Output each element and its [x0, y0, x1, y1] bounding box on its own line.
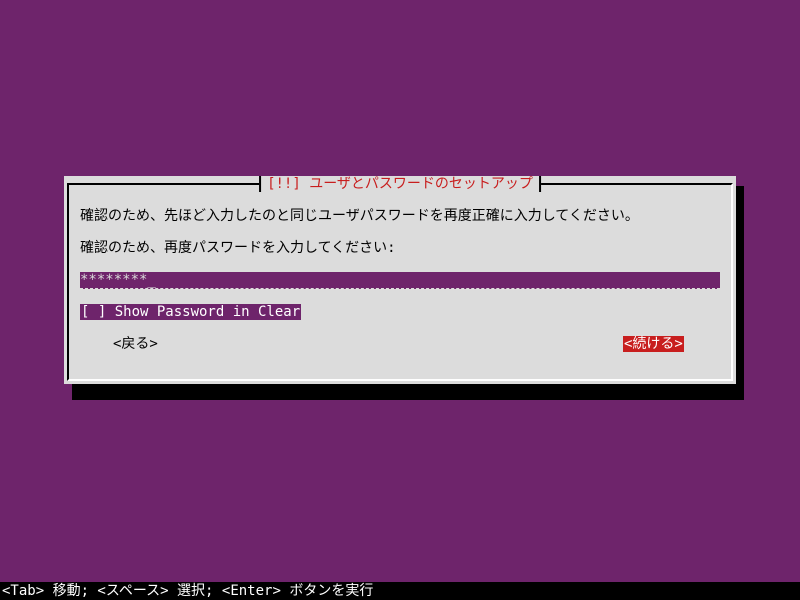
keyboard-help-text: <Tab> 移動; <スペース> 選択; <Enter> ボタンを実行 [2, 583, 374, 599]
continue-button[interactable]: <続ける> [623, 336, 684, 352]
back-button[interactable]: <戻る> [112, 336, 159, 352]
show-password-checkbox[interactable]: [ ] Show Password in Clear [80, 304, 302, 320]
password-confirm-input[interactable]: ********_ [80, 272, 720, 289]
keyboard-help-bar: <Tab> 移動; <スペース> 選択; <Enter> ボタンを実行 [0, 582, 800, 600]
password-prompt: 確認のため、再度パスワードを入力してください: [80, 240, 396, 256]
password-masked-value: ********_ [80, 272, 156, 288]
dialog-title: [!!] ユーザとパスワードのセットアップ [259, 176, 541, 192]
password-confirm-dialog: [!!] ユーザとパスワードのセットアップ 確認のため、先ほど入力したのと同じユ… [64, 176, 736, 384]
confirm-message: 確認のため、先ほど入力したのと同じユーザパスワードを再度正確に入力してください。 [80, 208, 639, 224]
